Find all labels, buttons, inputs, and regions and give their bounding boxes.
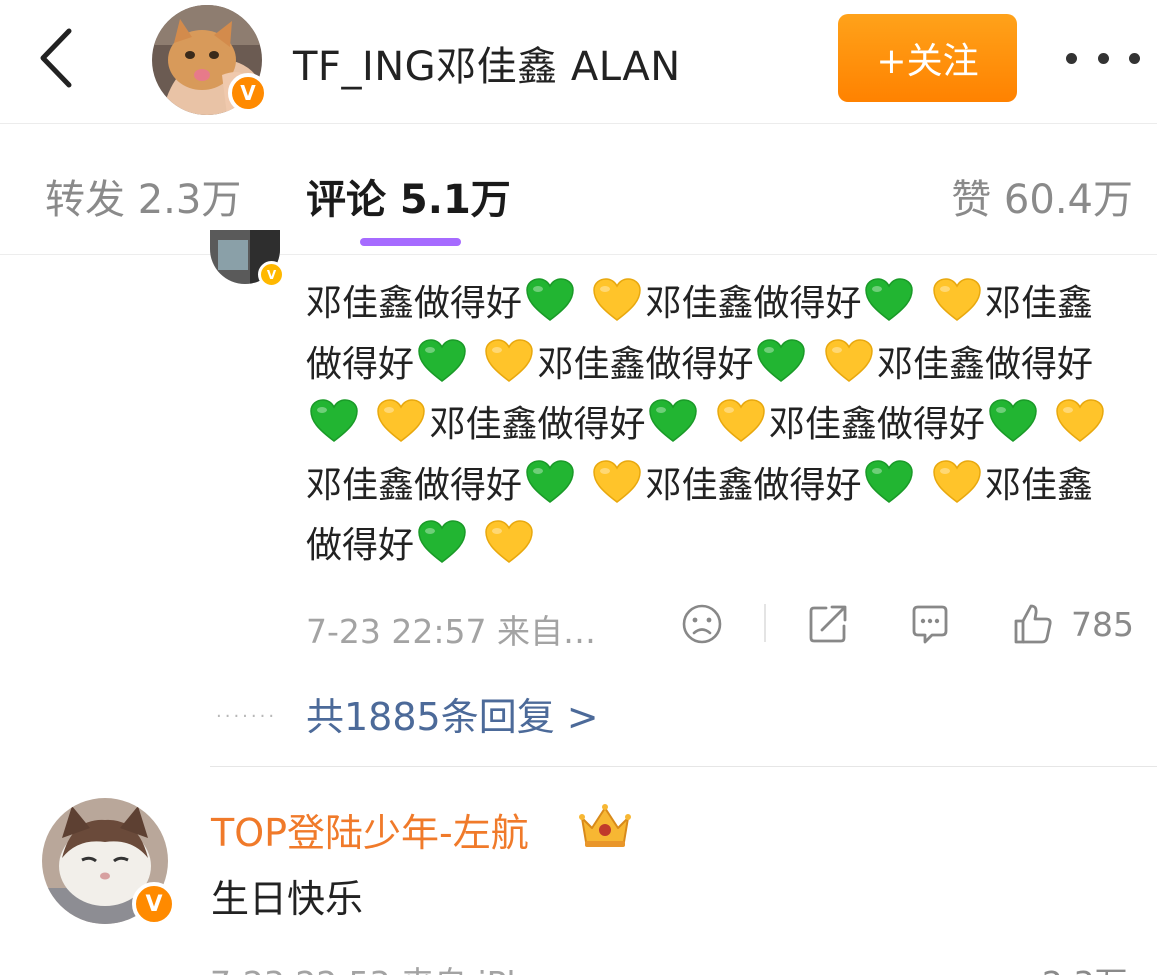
tab-likes[interactable]: 赞 60.4万 [951, 167, 1133, 225]
comment-text-segment: 邓佳鑫做得好 [306, 464, 523, 506]
green-heart-icon [865, 459, 914, 503]
back-arrow-icon [40, 28, 72, 88]
yellow-heart-icon [825, 338, 873, 382]
share-icon[interactable] [806, 602, 850, 646]
green-heart-icon [757, 338, 806, 382]
comment-text: 邓佳鑫做得好 邓佳鑫做得好 邓佳鑫做得好 邓佳鑫做得好 邓佳鑫做得好 邓佳鑫做得… [306, 274, 1121, 577]
comment-time-source: 7-23 22:53 来自 iPhone [210, 957, 589, 975]
comment-icon[interactable] [908, 602, 952, 646]
more-dots-icon [1066, 52, 1077, 64]
tab-reposts[interactable]: 转发 2.3万 [45, 167, 241, 225]
yellow-heart-icon [485, 338, 534, 382]
green-heart-icon [526, 459, 574, 503]
green-heart-icon [989, 399, 1037, 442]
yellow-heart-icon [593, 459, 642, 503]
more-button[interactable] [1066, 40, 1140, 76]
comment-text: 生日快乐 [211, 877, 364, 921]
green-heart-icon [865, 278, 914, 321]
tab-comments[interactable]: 评论 5.1万 [306, 167, 511, 225]
comment-username[interactable]: TOP登陆少年-左航 [211, 802, 529, 857]
top-bar: V TF_ING邓佳鑫 ALAN +关注 [0, 0, 1157, 124]
account-name[interactable]: TF_ING邓佳鑫 ALAN [293, 34, 681, 92]
yellow-heart-icon [933, 278, 981, 321]
comment-time-source: 7-23 22:57 来自… [306, 612, 596, 651]
follow-button[interactable]: +关注 [838, 14, 1017, 102]
thumbs-up-icon[interactable] [1010, 602, 1054, 646]
yellow-heart-icon [485, 520, 534, 563]
green-heart-icon [649, 399, 698, 442]
verified-badge: V [132, 882, 176, 926]
green-heart-icon [418, 338, 466, 382]
like-count: 785 [1071, 605, 1134, 644]
comment-text-segment: 邓佳鑫做得好 [429, 404, 646, 445]
green-heart-icon [526, 278, 574, 321]
dislike-face-icon[interactable] [680, 602, 724, 646]
comment-divider [210, 766, 1157, 767]
yellow-heart-icon [1056, 399, 1105, 442]
comment-text-segment: 邓佳鑫做得好 [645, 464, 862, 506]
comment-meta: 7-23 22:53 来自 iPhone 2.3万 [210, 952, 1157, 975]
like-count: 2.3万 [1042, 957, 1127, 975]
comment-text-segment: 邓佳鑫做得好 [537, 343, 754, 385]
tab-active-indicator [360, 238, 461, 246]
comment-text-segment: 邓佳鑫做得好 [876, 343, 1093, 385]
crown-badge-icon [579, 804, 631, 847]
comment-text-segment: 邓佳鑫做得好 [306, 283, 523, 324]
account-avatar[interactable]: V [152, 5, 268, 115]
reply-dots: ······· [216, 706, 278, 727]
tab-bar: 转发 2.3万 评论 5.1万 赞 60.4万 [0, 125, 1157, 255]
verified-badge: V [228, 73, 268, 113]
green-heart-icon [418, 520, 466, 563]
view-replies-link[interactable]: 共1885条回复 > [306, 686, 599, 741]
green-heart-icon [310, 399, 358, 442]
divider [764, 604, 766, 642]
back-button[interactable] [30, 28, 80, 88]
comment-meta: 7-23 22:57 来自… 785 [306, 600, 1136, 651]
comment-text-segment: 邓佳鑫做得好 [768, 404, 985, 445]
verified-badge: V [258, 261, 285, 288]
yellow-heart-icon [593, 278, 642, 321]
yellow-heart-icon [933, 459, 981, 503]
yellow-heart-icon [717, 399, 765, 442]
yellow-heart-icon [377, 399, 426, 442]
comment-text-segment: 邓佳鑫做得好 [645, 283, 862, 324]
comment-avatar[interactable]: V [42, 798, 176, 926]
